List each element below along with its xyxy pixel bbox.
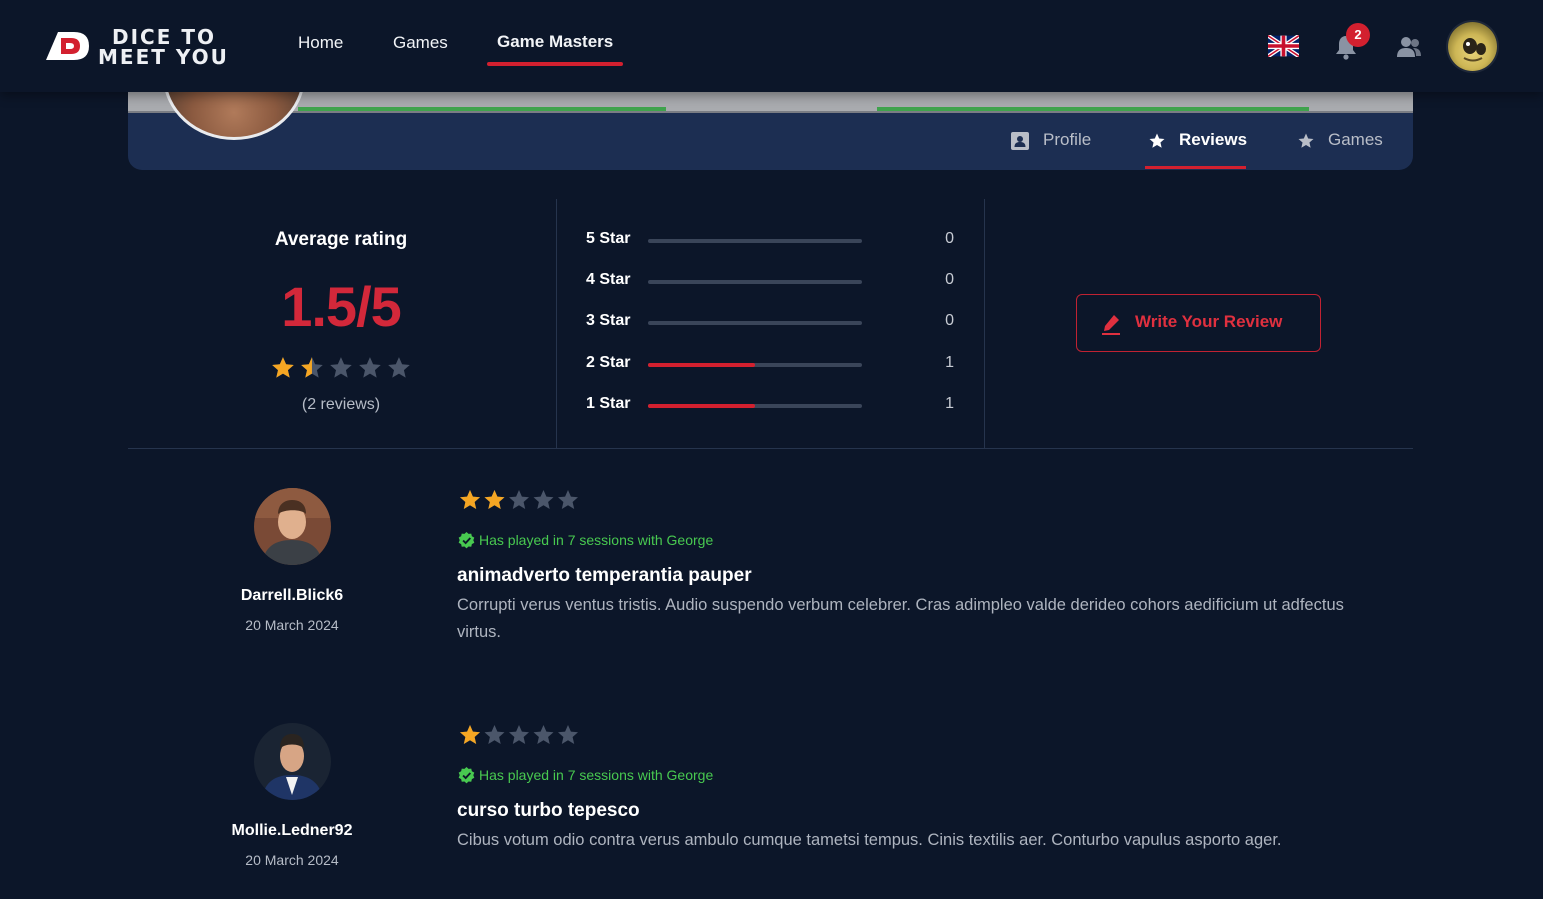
distribution-label: 3 Star	[586, 312, 631, 329]
reviewer-avatar[interactable]	[254, 723, 331, 800]
distribution-row-3: 3 Star 0	[586, 312, 956, 334]
distribution-bar-fill	[648, 363, 755, 367]
tab-reviews-label: Reviews	[1179, 130, 1248, 149]
review-title: curso turbo tepesco	[457, 800, 640, 821]
summary-divider	[556, 199, 557, 449]
verified-text: Has played in 7 sessions with George	[479, 532, 714, 548]
rating-star-icon	[533, 490, 554, 509]
users-icon[interactable]	[1396, 36, 1422, 58]
verified-check-icon	[458, 532, 475, 549]
reviewer-avatar[interactable]	[254, 488, 331, 565]
tab-active-indicator	[1145, 166, 1246, 169]
pencil-icon	[1102, 315, 1120, 335]
distribution-count: 1	[945, 395, 954, 412]
write-review-label: Write Your Review	[1135, 312, 1283, 331]
contact-card-icon	[1011, 132, 1029, 150]
distribution-count: 0	[945, 312, 954, 329]
distribution-bar-fill	[648, 404, 755, 408]
distribution-bar	[648, 239, 862, 243]
rating-star-icon	[558, 490, 578, 509]
user-avatar[interactable]	[1448, 22, 1497, 71]
rating-star-icon	[330, 357, 352, 378]
distribution-label: 5 Star	[586, 230, 631, 247]
rating-star-icon	[388, 357, 410, 378]
verified-played-note: Has played in 7 sessions with George	[458, 532, 713, 549]
distribution-row-2: 2 Star 1	[586, 354, 956, 376]
nav-home[interactable]: Home	[298, 33, 343, 53]
distribution-bar	[648, 404, 862, 408]
rating-star-icon	[301, 357, 323, 378]
verified-check-icon	[458, 767, 475, 784]
cover-edge	[128, 111, 1413, 113]
review-stars	[460, 725, 578, 744]
logo-line-2: MEET YOU	[98, 45, 229, 69]
distribution-label: 2 Star	[586, 354, 631, 371]
distribution-label: 4 Star	[586, 271, 631, 288]
rating-star-icon	[460, 490, 480, 509]
logo-wordmark: DICE TO MEET YOU	[98, 27, 229, 67]
review-title: animadverto temperantia pauper	[457, 565, 752, 586]
rating-star-icon	[533, 725, 554, 744]
distribution-label: 1 Star	[586, 395, 631, 412]
average-rating-stars	[272, 357, 410, 378]
distribution-bar	[648, 280, 862, 284]
reviewer-photo	[254, 723, 331, 800]
reviewer-name[interactable]: Darrell.Blick6	[241, 587, 343, 605]
rating-star-icon	[460, 725, 480, 744]
distribution-bar	[648, 321, 862, 325]
review-item: Mollie.Ledner92 20 March 2024 Has played…	[128, 723, 1413, 899]
dice-logo-icon	[46, 32, 89, 60]
avatar-image	[1463, 38, 1486, 62]
reviewer-photo	[254, 488, 331, 565]
tab-games-label: Games	[1328, 130, 1383, 149]
rating-star-icon	[359, 357, 381, 378]
logo-line-1: DICE TO	[112, 25, 216, 49]
distribution-bar	[648, 363, 862, 367]
summary-divider	[984, 199, 985, 449]
tab-profile-label: Profile	[1043, 130, 1092, 149]
verified-played-note: Has played in 7 sessions with George	[458, 767, 713, 784]
distribution-row-1: 1 Star 1	[586, 395, 956, 417]
distribution-row-4: 4 Star 0	[586, 271, 956, 293]
distribution-row-5: 5 Star 0	[586, 230, 956, 252]
review-body: Cibus votum odio contra verus ambulo cum…	[457, 831, 1282, 849]
review-item: Darrell.Blick6 20 March 2024 Has played …	[128, 488, 1413, 688]
nav-game-masters[interactable]: Game Masters	[497, 32, 613, 52]
distribution-count: 0	[945, 230, 954, 247]
rating-star-icon	[272, 357, 294, 378]
game-master-avatar	[163, 92, 305, 140]
rating-star-icon	[484, 490, 505, 509]
star-icon	[1298, 133, 1314, 148]
distribution-count: 1	[945, 354, 954, 371]
review-date: 20 March 2024	[245, 852, 339, 868]
star-icon	[1149, 133, 1165, 148]
verified-text: Has played in 7 sessions with George	[479, 767, 714, 783]
section-divider	[128, 448, 1413, 449]
brand-logo[interactable]: DICE TO MEET YOU	[44, 27, 229, 69]
distribution-count: 0	[945, 271, 954, 288]
review-stars	[460, 490, 578, 509]
rating-star-icon	[509, 490, 529, 509]
rating-star-icon	[558, 725, 578, 744]
notification-badge: 2	[1346, 23, 1370, 47]
average-rating-title: Average rating	[274, 229, 408, 250]
profile-header-card: Profile Reviews Games	[128, 92, 1413, 170]
top-navbar: DICE TO MEET YOU Home Games Game Masters…	[0, 0, 1543, 92]
nav-games[interactable]: Games	[393, 33, 448, 53]
average-rating-value: 1.5/5	[281, 275, 402, 338]
review-date: 20 March 2024	[245, 617, 339, 633]
review-count: (2 reviews)	[301, 396, 381, 413]
reviewer-name[interactable]: Mollie.Ledner92	[232, 822, 353, 840]
rating-star-icon	[484, 725, 505, 744]
review-body: Corrupti verus ventus tristis. Audio sus…	[457, 596, 1344, 641]
write-review-button[interactable]: Write Your Review	[1076, 294, 1321, 352]
uk-flag-icon[interactable]	[1268, 35, 1299, 57]
nav-active-indicator	[487, 62, 623, 66]
rating-star-icon	[509, 725, 529, 744]
